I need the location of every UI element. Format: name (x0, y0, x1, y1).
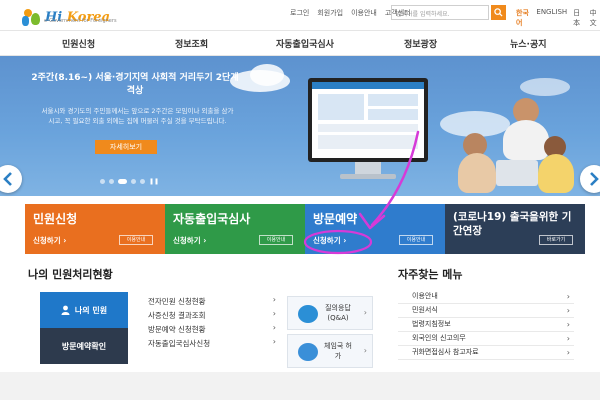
reentry-card-label: 체임국 허가 (324, 342, 352, 360)
carousel-dot-active[interactable] (118, 179, 127, 184)
logo-icon (22, 7, 42, 27)
carousel-indicators: ❚❚ (100, 178, 159, 185)
faq-item[interactable]: 귀화면접심사 참고자료 › (398, 346, 574, 360)
chevron-right-icon: › (272, 323, 276, 332)
tile-covid-extension[interactable]: (코로나19) 출국을위한 기간연장 바로가기 (445, 204, 585, 254)
qa-card-label: 질의응답 (Q&A) (325, 304, 351, 322)
tile-guide-button[interactable]: 이용안내 (259, 235, 293, 245)
chevron-right-icon: › (566, 292, 570, 301)
chevron-right-icon: › (363, 346, 367, 355)
hero-description: 서울시와 경기도의 주민들께서는 앞으로 2주간은 모임이나 외출을 삼가시고,… (41, 107, 234, 125)
chevron-right-icon: › (566, 348, 570, 357)
search-input[interactable]: 검색어를 입력하세요. (391, 5, 489, 20)
nav-civil-application[interactable]: 민원신청 (62, 37, 95, 50)
nav-info-plaza[interactable]: 정보광장 (404, 37, 437, 50)
chevron-right-icon: › (566, 334, 570, 343)
tile-title: 민원신청 (33, 212, 78, 226)
main-nav: 민원신청 정보조회 자동출입국심사 정보광장 뉴스·공지 (0, 30, 600, 56)
hero-detail-button[interactable]: 자세히보기 (95, 140, 157, 154)
search-icon (494, 8, 503, 17)
qa-card[interactable]: 질의응답 (Q&A) › (287, 296, 373, 330)
carousel-dot[interactable] (140, 179, 145, 184)
status-link-visit-status[interactable]: 방문예약 신청현황 › (148, 323, 278, 338)
hero-banner: 2주간(8.16~) 서울·경기지역 사회적 거리두기 2단계 격상 서울시와 … (0, 56, 600, 196)
user-icon (61, 305, 70, 315)
logo-subtitle: e-Government for Foreigners (44, 18, 117, 24)
faq-item[interactable]: 이용안내 › (398, 290, 574, 304)
chevron-right-icon: › (566, 306, 570, 315)
chevron-right-icon: › (363, 308, 367, 317)
tile-apply-link[interactable]: 신청하기 › (313, 235, 346, 246)
lang-english[interactable]: ENGLISH (536, 8, 567, 28)
tile-civil-application[interactable]: 민원신청 신청하기 › 이용안내 (25, 204, 165, 254)
tile-auto-immigration[interactable]: 자동출입국심사 신청하기 › 이용안내 (165, 204, 305, 254)
faq-item[interactable]: 민원서식 › (398, 304, 574, 318)
tile-apply-link[interactable]: 신청하기 › (33, 235, 66, 246)
chevron-right-icon (590, 172, 599, 186)
lang-chinese[interactable]: 中文 (590, 8, 600, 28)
search-button[interactable] (491, 5, 506, 20)
tile-shortcut-button[interactable]: 바로가기 (539, 235, 573, 245)
language-selector: 한국어 ENGLISH 日本 中文 (516, 8, 600, 28)
login-link[interactable]: 로그인 (290, 8, 309, 18)
top-bar: Hi Korea e-Government for Foreigners 로그인… (0, 0, 600, 30)
page-bottom-area (0, 372, 600, 400)
carousel-dot[interactable] (131, 179, 136, 184)
signup-link[interactable]: 회원가입 (317, 8, 343, 18)
status-left-panel: 나의 민원 방문예약확인 (40, 292, 128, 364)
pause-icon[interactable]: ❚❚ (149, 178, 159, 185)
tile-title: 방문예약 (313, 212, 358, 226)
cloud-shape (250, 64, 284, 86)
nav-auto-immigration[interactable]: 자동출입국심사 (276, 37, 334, 50)
nav-news-notice[interactable]: 뉴스·공지 (510, 37, 547, 50)
faq-item[interactable]: 외국인의 신고의무 › (398, 332, 574, 346)
nav-info-lookup[interactable]: 정보조회 (175, 37, 208, 50)
tile-guide-button[interactable]: 이용안내 (119, 235, 153, 245)
carousel-dot[interactable] (100, 179, 105, 184)
tile-apply-link[interactable]: 신청하기 › (173, 235, 206, 246)
status-link-list: 전자민원 신청현황 › 사증신청 결과조회 › 방문예약 신청현황 › 자동출입국심사… (148, 295, 278, 352)
faq-section-title: 자주찾는 메뉴 (398, 268, 463, 281)
cloud-shape (520, 78, 570, 96)
chevron-right-icon: › (272, 309, 276, 318)
hero-title: 2주간(8.16~) 서울·경기지역 사회적 거리두기 2단계 격상 (31, 73, 239, 96)
faq-list: 이용안내 › 민원서식 › 법령지침정보 › 외국인의 신고의무 › 귀화면접심사 참고… (398, 290, 574, 360)
tile-title: (코로나19) 출국을위한 기간연장 (453, 211, 572, 237)
tile-guide-button[interactable]: 이용안내 (399, 235, 433, 245)
my-civil-button[interactable]: 나의 민원 (40, 292, 128, 328)
lang-korean[interactable]: 한국어 (516, 8, 530, 28)
tile-title: 자동출입국심사 (173, 212, 251, 226)
airplane-icon (298, 343, 318, 361)
guide-link[interactable]: 이용안내 (351, 8, 377, 18)
status-link-visa-result[interactable]: 사증신청 결과조회 › (148, 309, 278, 324)
reentry-card[interactable]: 체임국 허가 › (287, 334, 373, 368)
lang-japanese[interactable]: 日本 (573, 8, 583, 28)
faq-item[interactable]: 법령지침정보 › (398, 318, 574, 332)
status-section-title: 나의 민원처리현황 (28, 268, 113, 281)
chat-icon (298, 305, 318, 323)
visit-check-button[interactable]: 방문예약확인 (40, 328, 128, 364)
chevron-right-icon: › (272, 337, 276, 346)
chevron-right-icon: › (272, 295, 276, 304)
tile-visit-reservation[interactable]: 방문예약 신청하기 › 이용안내 (305, 204, 445, 254)
status-link-auto-immigration[interactable]: 자동출입국심사신청 › (148, 337, 278, 352)
site-logo[interactable]: Hi Korea (22, 6, 110, 28)
carousel-next-button[interactable] (580, 165, 600, 193)
monitor-illustration (308, 78, 428, 162)
status-link-e-civil[interactable]: 전자민원 신청현황 › (148, 295, 278, 310)
chevron-left-icon (3, 172, 12, 186)
chevron-right-icon: › (566, 320, 570, 329)
monitor-base (340, 174, 396, 179)
people-photo (458, 98, 576, 193)
carousel-dot[interactable] (109, 179, 114, 184)
